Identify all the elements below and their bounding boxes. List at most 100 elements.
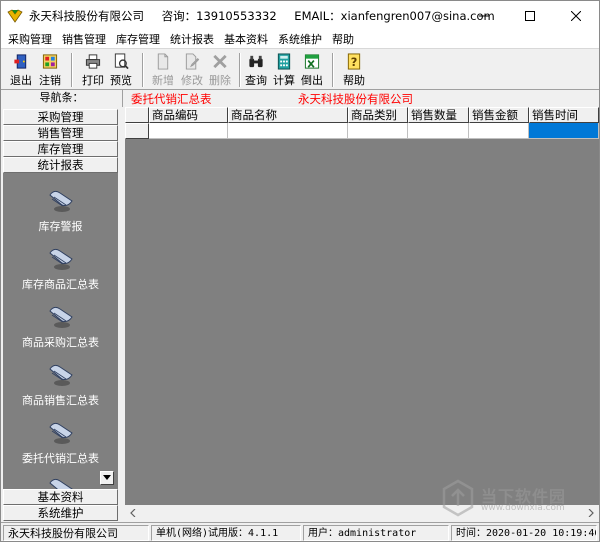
menu-basic-data[interactable]: 基本资料	[219, 31, 273, 47]
column-header-sales-time[interactable]: 销售时间	[529, 107, 599, 123]
watermark-logo-icon	[442, 479, 474, 517]
status-edition: 单机(网络)试用版：4.1.1	[151, 525, 301, 541]
panel-item-label: 商品采购汇总表	[22, 336, 99, 349]
report-scroll-icon	[48, 364, 73, 386]
window-controls	[461, 1, 599, 30]
logout-button[interactable]: 注销	[38, 52, 62, 88]
new-document-icon	[157, 53, 169, 70]
menu-sales[interactable]: 销售管理	[57, 31, 111, 47]
scroll-left-button[interactable]	[125, 505, 141, 521]
watermark: 当下软件园 www.downxia.com	[441, 479, 591, 519]
table-cell-selected[interactable]	[529, 123, 599, 139]
printer-icon	[85, 54, 101, 69]
exit-door-icon	[14, 54, 27, 69]
export-button[interactable]: 倒出	[300, 52, 324, 88]
column-header-product-code[interactable]: 商品编码	[149, 107, 228, 123]
delete-button[interactable]: 删除	[208, 52, 232, 88]
column-header-sales-amount[interactable]: 销售金额	[469, 107, 529, 123]
print-preview-icon	[114, 53, 129, 70]
nav-group-reports[interactable]: 统计报表	[3, 157, 118, 173]
menu-reports[interactable]: 统计报表	[165, 31, 219, 47]
nav-group-basic-data[interactable]: 基本资料	[3, 489, 118, 505]
report-scroll-icon	[48, 190, 73, 212]
panel-item-label: 库存警报	[38, 220, 83, 233]
panel-scroll-down-button[interactable]	[100, 471, 114, 485]
table-cell[interactable]	[469, 123, 529, 139]
status-user: 用户：administrator	[303, 525, 449, 541]
menu-purchase[interactable]: 采购管理	[3, 31, 57, 47]
edit-document-icon	[185, 53, 200, 70]
close-icon	[571, 10, 581, 21]
report-scroll-icon	[48, 422, 73, 444]
column-header-product-name[interactable]: 商品名称	[228, 107, 348, 123]
toolbar-separator	[71, 53, 73, 87]
calc-button[interactable]: 计算	[272, 52, 296, 88]
nav-header-row: 导航条： 委托代销汇总表 永天科技股份有限公司	[1, 90, 599, 107]
row-indicator[interactable]	[125, 123, 149, 139]
edit-label: 修改	[181, 74, 203, 87]
panel-item-label: 委托代销汇总表	[22, 452, 99, 465]
menu-help[interactable]: 帮助	[327, 31, 359, 47]
close-button[interactable]	[553, 1, 599, 30]
help-button[interactable]: ? 帮助	[342, 52, 366, 88]
table-cell[interactable]	[149, 123, 228, 139]
nav-group-purchase[interactable]: 采购管理	[3, 109, 118, 125]
title-bar: 永天科技股份有限公司 咨询：13910553332 EMAIL：xianfeng…	[1, 1, 599, 30]
edit-button[interactable]: 修改	[180, 52, 204, 88]
calc-label: 计算	[273, 74, 295, 87]
maximize-button[interactable]	[507, 1, 553, 30]
minimize-icon	[479, 15, 489, 16]
toolbar-separator	[142, 53, 144, 87]
excel-export-icon	[304, 54, 320, 69]
help-label: 帮助	[343, 74, 365, 87]
binoculars-icon	[249, 55, 263, 68]
panel-item-stock-summary[interactable]: 库存商品汇总表	[3, 245, 118, 292]
grid-corner	[125, 107, 149, 123]
report-grid: 商品编码 商品名称 商品类别 销售数量 销售金额 销售时间	[125, 107, 599, 505]
column-header-category[interactable]: 商品类别	[348, 107, 408, 123]
report-scroll-icon	[48, 248, 73, 270]
panel-item-consignment-summary[interactable]: 委托代销汇总表	[3, 419, 118, 466]
menu-bar: 采购管理 销售管理 库存管理 统计报表 基本资料 系统维护 帮助	[1, 30, 599, 48]
table-row[interactable]	[125, 123, 599, 139]
exit-button[interactable]: 退出	[9, 52, 33, 88]
reports-panel: 库存警报 库存商品汇总表 商品采购汇总表 商品销售汇总表 委托代销汇总表	[3, 173, 118, 489]
window-title: 永天科技股份有限公司 咨询：13910553332 EMAIL：xianfeng…	[29, 8, 509, 24]
toolbar-separator	[332, 53, 334, 87]
nav-group-inventory[interactable]: 库存管理	[3, 141, 118, 157]
print-label: 打印	[82, 74, 104, 87]
panel-item-sales-summary[interactable]: 商品销售汇总表	[3, 361, 118, 408]
delete-x-icon	[213, 54, 227, 69]
column-header-sales-qty[interactable]: 销售数量	[408, 107, 469, 123]
menu-inventory[interactable]: 库存管理	[111, 31, 165, 47]
toolbar: 退出 注销 打印 预览 新增 修改 删除 查询 计算 倒出 ? 帮助	[1, 48, 599, 90]
query-label: 查询	[245, 74, 267, 87]
query-button[interactable]: 查询	[244, 52, 268, 88]
add-button[interactable]: 新增	[151, 52, 175, 88]
title-company: 永天科技股份有限公司	[29, 8, 144, 23]
preview-label: 预览	[110, 74, 132, 87]
menu-system[interactable]: 系统维护	[273, 31, 327, 47]
print-button[interactable]: 打印	[81, 52, 105, 88]
logout-label: 注销	[39, 74, 61, 87]
panel-item-label: 商品销售汇总表	[22, 394, 99, 407]
minimize-button[interactable]	[461, 1, 507, 30]
add-label: 新增	[152, 74, 174, 87]
status-company: 永天科技股份有限公司	[3, 525, 149, 541]
logout-icon	[42, 54, 58, 69]
table-cell[interactable]	[408, 123, 469, 139]
calculator-icon	[277, 53, 291, 70]
preview-button[interactable]: 预览	[109, 52, 133, 88]
toolbar-separator	[239, 53, 241, 87]
report-scroll-icon	[48, 478, 73, 489]
grid-header: 商品编码 商品名称 商品类别 销售数量 销售金额 销售时间	[125, 107, 599, 123]
nav-group-sales[interactable]: 销售管理	[3, 125, 118, 141]
table-cell[interactable]	[228, 123, 348, 139]
nav-group-system[interactable]: 系统维护	[3, 505, 118, 521]
app-logo-icon	[7, 8, 23, 23]
panel-item-purchase-summary[interactable]: 商品采购汇总表	[3, 303, 118, 350]
panel-item-stock-alert[interactable]: 库存警报	[3, 187, 118, 234]
table-cell[interactable]	[348, 123, 408, 139]
delete-label: 删除	[209, 74, 231, 87]
status-bar: 永天科技股份有限公司 单机(网络)试用版：4.1.1 用户：administra…	[1, 522, 599, 541]
